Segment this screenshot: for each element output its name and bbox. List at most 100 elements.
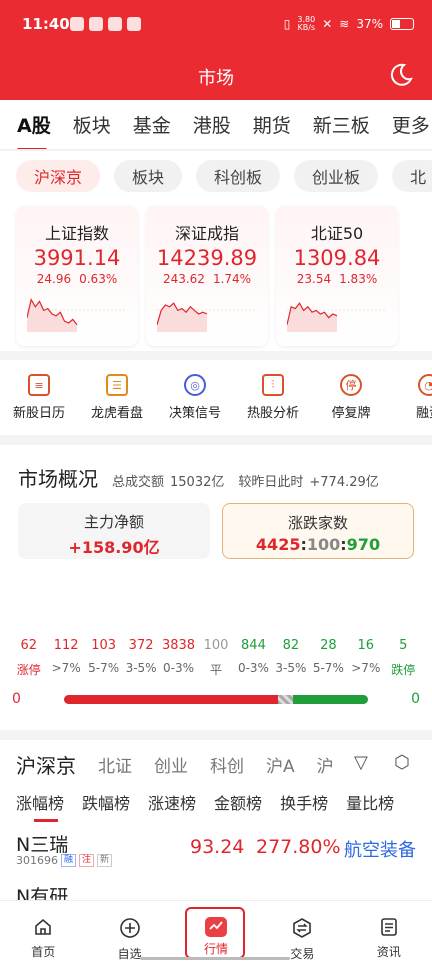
quick-tool[interactable]: ◔ 融资	[390, 360, 432, 435]
sub-tab[interactable]: 北	[392, 160, 432, 192]
wifi-icon: ≋	[339, 17, 350, 31]
sim-icon: ✕	[322, 17, 333, 31]
night-mode-icon[interactable]	[388, 62, 414, 88]
tab-item[interactable]: 基金	[122, 111, 182, 138]
up-segment	[64, 695, 279, 704]
rank-tab[interactable]: 涨幅榜	[16, 790, 64, 822]
stock-change-pct: 277.80%	[256, 836, 341, 858]
stock-name: N有研	[16, 886, 69, 900]
settings-icon[interactable]: ⬡	[394, 752, 410, 773]
updown-value: 4425:100:970	[255, 535, 381, 554]
index-sparkline	[287, 302, 387, 332]
index-price: 3991.14	[33, 246, 121, 270]
dist-count: 82	[282, 638, 300, 653]
net-inflow-card[interactable]: 主力净额 +158.90亿	[18, 503, 210, 559]
nav-label: 资讯	[376, 945, 401, 959]
index-name: 北证50	[310, 224, 364, 243]
index-change-row: 23.54 1.83%	[276, 272, 398, 286]
market-tab[interactable]: 沪	[317, 752, 334, 777]
tab-item[interactable]: 更多	[381, 111, 432, 138]
stock-name: N三瑞	[16, 834, 69, 856]
index-name: 深证成指	[174, 224, 239, 243]
index-change: 23.54	[296, 272, 332, 286]
index-change-row: 24.96 0.63%	[16, 272, 138, 286]
net-inflow-value: +158.90亿	[68, 538, 160, 557]
overview-title: 市场概况	[18, 467, 98, 491]
exchange-icon	[291, 917, 313, 945]
rank-tab[interactable]: 金额榜	[214, 790, 262, 814]
radar-icon: ◎	[184, 374, 206, 396]
dist-label: >7%	[51, 661, 81, 675]
stock-row[interactable]: N有研	[16, 880, 416, 900]
market-tab[interactable]: 创业	[154, 752, 188, 777]
sub-tab[interactable]: 创业板	[294, 160, 379, 192]
bar-left-value: 0	[12, 691, 21, 707]
sub-tab[interactable]: 沪深京	[16, 160, 101, 192]
rank-tab[interactable]: 涨速榜	[148, 790, 196, 814]
rank-tab[interactable]: 跌幅榜	[82, 790, 130, 814]
sub-tab[interactable]: 板块	[114, 160, 183, 192]
candlestick-icon: ⫶	[262, 374, 284, 396]
tab-item[interactable]: 期货	[242, 111, 302, 138]
rank-tabs: 涨幅榜 跌幅榜 涨速榜 金额榜 换手榜 量比榜	[16, 790, 394, 822]
dist-label: 5-7%	[88, 661, 120, 675]
quick-tool[interactable]: ◎ 决策信号	[156, 360, 234, 435]
nav-add-circle[interactable]: 自选	[86, 901, 172, 964]
dist-label: 3-5%	[275, 661, 307, 675]
updown-card[interactable]: 涨跌家数 4425:100:970	[222, 503, 414, 559]
nav-home[interactable]: 首页	[0, 901, 86, 964]
index-change: 24.96	[36, 272, 72, 286]
updown-bar: 0 0	[10, 690, 422, 710]
index-card[interactable]: 深证成指 14239.89 243.62 1.74%	[146, 206, 268, 346]
stock-badge: 注	[79, 854, 95, 867]
market-tab[interactable]: 沪A	[266, 752, 295, 777]
home-icon	[33, 917, 53, 943]
stock-row[interactable]: N三瑞 301696 融注新 93.24 277.80% 航空装备	[16, 828, 416, 872]
tab-item[interactable]: 新三板	[302, 111, 381, 138]
flat-count: 100	[306, 535, 341, 554]
nav-exchange[interactable]: 交易	[259, 901, 345, 964]
index-card[interactable]: 北证50 1309.84 23.54 1.83%	[276, 206, 398, 346]
sub-tab[interactable]: 科创板	[196, 160, 281, 192]
quick-tool[interactable]: ☰ 龙虎看盘	[78, 360, 156, 435]
vibrate-icon: ▯	[283, 17, 291, 31]
battery-icon	[390, 18, 414, 30]
dist-label: 0-3%	[237, 661, 269, 675]
quick-tool[interactable]: 停停复牌	[312, 360, 390, 435]
index-pct: 0.63%	[79, 272, 118, 286]
dist-label: 平	[209, 663, 222, 677]
tab-item[interactable]: A股	[0, 111, 62, 149]
rank-tab[interactable]: 量比榜	[346, 790, 394, 814]
quick-tool[interactable]: ⫶ 热股分析	[234, 360, 312, 435]
index-card[interactable]: 上证指数 3991.14 24.96 0.63%	[16, 206, 138, 346]
market-tab[interactable]: 沪深京	[16, 750, 76, 779]
notification-icons	[70, 17, 141, 31]
tab-item[interactable]: 港股	[182, 111, 242, 138]
tab-item[interactable]: 板块	[62, 111, 122, 138]
turnover-label: 总成交额	[112, 475, 165, 490]
quick-tool-label: 融资	[415, 406, 432, 421]
down-count: 970	[346, 535, 381, 554]
rank-tab[interactable]: 换手榜	[280, 790, 328, 814]
market-tab[interactable]: 北证	[98, 752, 132, 777]
compare-label: 较昨日此时	[238, 475, 304, 490]
stock-industry[interactable]: 航空装备	[344, 836, 416, 862]
stock-price: 93.24	[190, 836, 245, 858]
add-circle-icon	[119, 917, 141, 945]
nav-chart[interactable]: 行情	[173, 901, 259, 964]
quick-tool[interactable]: ≡ 新股日历	[0, 360, 78, 435]
filter-icon[interactable]: ▽	[354, 752, 368, 773]
index-pct: 1.74%	[212, 272, 252, 286]
net-speed: 3.80 KB/s	[297, 15, 316, 32]
market-overview: 市场概况 总成交额 15032亿 较昨日此时 +774.29亿 主力净额 +15…	[0, 445, 432, 730]
index-sparkline	[157, 302, 257, 332]
dist-count: 112	[53, 638, 79, 653]
compare-value: +774.29亿	[309, 475, 379, 490]
stock-badge: 融	[61, 854, 77, 867]
dist-label: >7%	[351, 661, 381, 675]
quick-tool-label: 新股日历	[12, 406, 65, 421]
nav-news[interactable]: 资讯	[346, 901, 432, 964]
news-icon	[379, 917, 399, 943]
index-price: 1309.84	[293, 246, 381, 270]
market-tab[interactable]: 科创	[210, 752, 244, 777]
